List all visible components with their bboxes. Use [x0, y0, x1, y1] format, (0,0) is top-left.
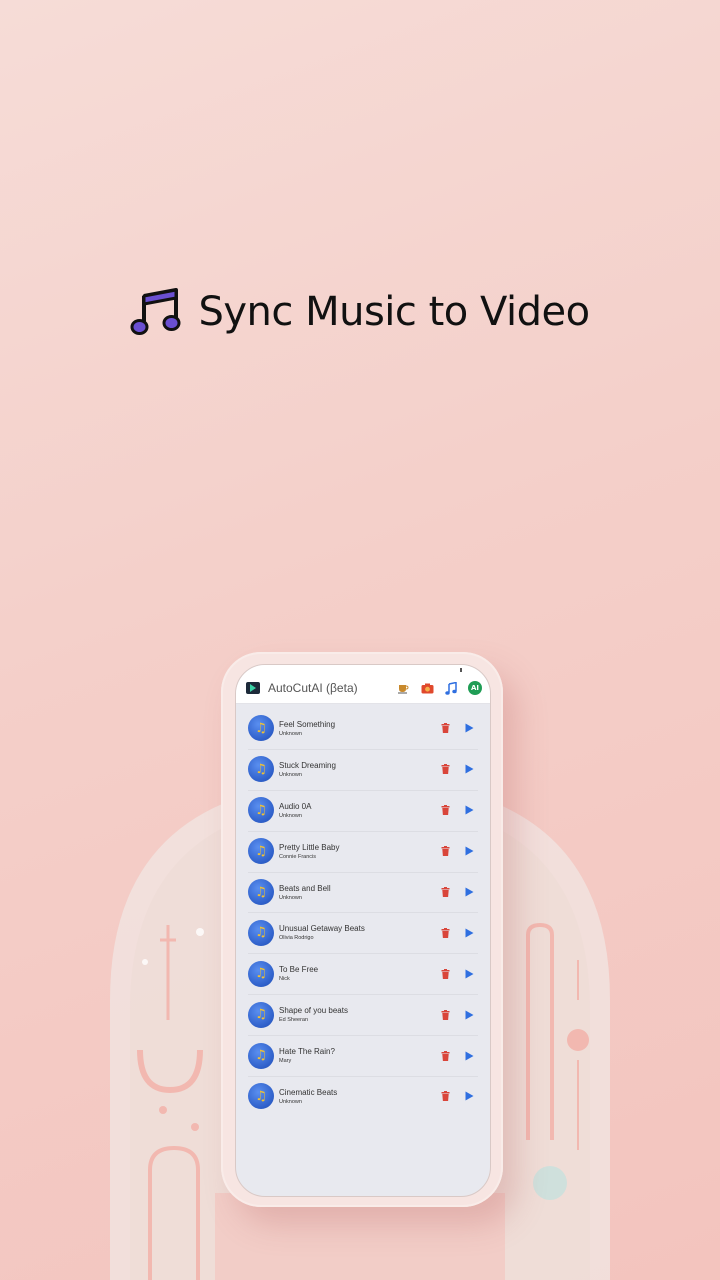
song-title: Beats and Bell — [279, 883, 331, 893]
album-art-icon: ♫ — [248, 1083, 274, 1110]
song-artist: Unknown — [279, 730, 302, 737]
song-meta: Audio 0A Unknown — [279, 802, 440, 819]
song-row[interactable]: ♫ Stuck Dreaming Unknown — [248, 748, 478, 790]
song-meta: Cinematic Beats Unknown — [279, 1088, 440, 1105]
song-row[interactable]: ♫ Unusual Getaway Beats Olivia Rodrigo — [248, 912, 478, 953]
song-title: Hate The Rain? — [279, 1047, 335, 1057]
song-artist: Ed Sheeran — [279, 1017, 309, 1024]
song-title: Shape of you beats — [279, 1006, 348, 1016]
app-title: AutoCutAI (βeta) — [268, 681, 358, 695]
coffee-icon[interactable] — [396, 681, 410, 695]
album-art-icon: ♫ — [248, 1042, 274, 1069]
trash-icon[interactable] — [440, 968, 450, 979]
play-icon[interactable] — [464, 1051, 474, 1061]
headline-title: Sync Music to Video — [198, 289, 590, 335]
trash-icon[interactable] — [440, 1091, 450, 1102]
song-meta: Hate The Rain? Mary — [279, 1047, 440, 1064]
song-row[interactable]: ♫ Audio 0A Unknown — [248, 789, 478, 831]
trash-icon[interactable] — [440, 927, 450, 938]
play-icon[interactable] — [464, 1091, 474, 1101]
album-art-icon: ♫ — [248, 960, 274, 987]
song-title: Unusual Getaway Beats — [279, 924, 365, 934]
song-artist: Unknown — [279, 1098, 302, 1105]
song-artist: Connie Francis — [279, 853, 316, 860]
song-meta: Feel Something Unknown — [279, 720, 440, 737]
song-row[interactable]: ♫ Hate The Rain? Mary — [248, 1035, 478, 1076]
song-title: To Be Free — [279, 965, 319, 975]
album-art-icon: ♫ — [248, 1001, 274, 1028]
play-icon[interactable] — [464, 928, 474, 938]
song-row[interactable]: ♫ Shape of you beats Ed Sheeran — [248, 994, 478, 1035]
play-icon[interactable] — [464, 723, 474, 733]
trash-icon[interactable] — [440, 846, 450, 857]
play-icon[interactable] — [464, 805, 474, 815]
headline: Sync Music to Video — [0, 282, 720, 342]
album-art-icon: ♫ — [248, 756, 274, 783]
app-logo-icon — [246, 682, 260, 694]
song-artist: Unknown — [279, 771, 302, 778]
song-meta: Pretty Little Baby Connie Francis — [279, 843, 440, 860]
album-art-icon: ♫ — [248, 838, 274, 865]
play-icon[interactable] — [464, 1010, 474, 1020]
song-meta: Stuck Dreaming Unknown — [279, 761, 440, 778]
trash-icon[interactable] — [440, 887, 450, 898]
ai-icon[interactable]: AI — [468, 681, 482, 695]
song-row[interactable]: ♫ Pretty Little Baby Connie Francis — [248, 830, 478, 872]
song-row[interactable]: ♫ Feel Something Unknown — [248, 708, 478, 749]
song-title: Stuck Dreaming — [279, 760, 336, 770]
song-meta: Unusual Getaway Beats Olivia Rodrigo — [279, 924, 440, 941]
album-art-icon: ♫ — [248, 797, 274, 824]
trash-icon[interactable] — [440, 723, 450, 734]
song-artist: Olivia Rodrigo — [279, 935, 314, 942]
song-meta: To Be Free Nick — [279, 965, 440, 982]
play-icon[interactable] — [464, 887, 474, 897]
song-row[interactable]: ♫ Cinematic Beats Unknown — [248, 1076, 478, 1117]
phone-screen: AutoCutAI (βeta) AI ♫ Feel Something Unk… — [235, 664, 491, 1197]
trash-icon[interactable] — [440, 1050, 450, 1061]
trash-icon[interactable] — [440, 764, 450, 775]
camera-icon[interactable] — [420, 681, 434, 695]
song-row[interactable]: ♫ Beats and Bell Unknown — [248, 871, 478, 913]
phone-mockup: AutoCutAI (βeta) AI ♫ Feel Something Unk… — [221, 652, 503, 1207]
song-artist: Mary — [279, 1058, 292, 1065]
trash-icon[interactable] — [440, 1009, 450, 1020]
music-note-icon[interactable] — [444, 681, 458, 695]
song-artist: Nick — [279, 976, 290, 983]
song-meta: Beats and Bell Unknown — [279, 884, 440, 901]
song-artist: Unknown — [279, 894, 302, 901]
song-artist: Unknown — [279, 812, 302, 819]
album-art-icon: ♫ — [248, 879, 274, 905]
play-icon[interactable] — [464, 846, 474, 856]
song-list: ♫ Feel Something Unknown ♫ Stuck Dreamin… — [236, 704, 490, 1117]
play-icon[interactable] — [464, 969, 474, 979]
song-meta: Shape of you beats Ed Sheeran — [279, 1006, 440, 1023]
song-title: Pretty Little Baby — [279, 842, 340, 852]
music-note-icon — [130, 288, 181, 335]
song-title: Audio 0A — [279, 801, 312, 811]
song-row[interactable]: ♫ To Be Free Nick — [248, 953, 478, 994]
status-bar — [236, 665, 490, 677]
trash-icon[interactable] — [440, 805, 450, 816]
album-art-icon: ♫ — [248, 919, 274, 946]
play-icon[interactable] — [464, 764, 474, 774]
app-bar: AutoCutAI (βeta) AI — [236, 677, 490, 704]
song-title: Feel Something — [279, 719, 336, 729]
album-art-icon: ♫ — [248, 715, 274, 742]
song-title: Cinematic Beats — [279, 1087, 338, 1097]
